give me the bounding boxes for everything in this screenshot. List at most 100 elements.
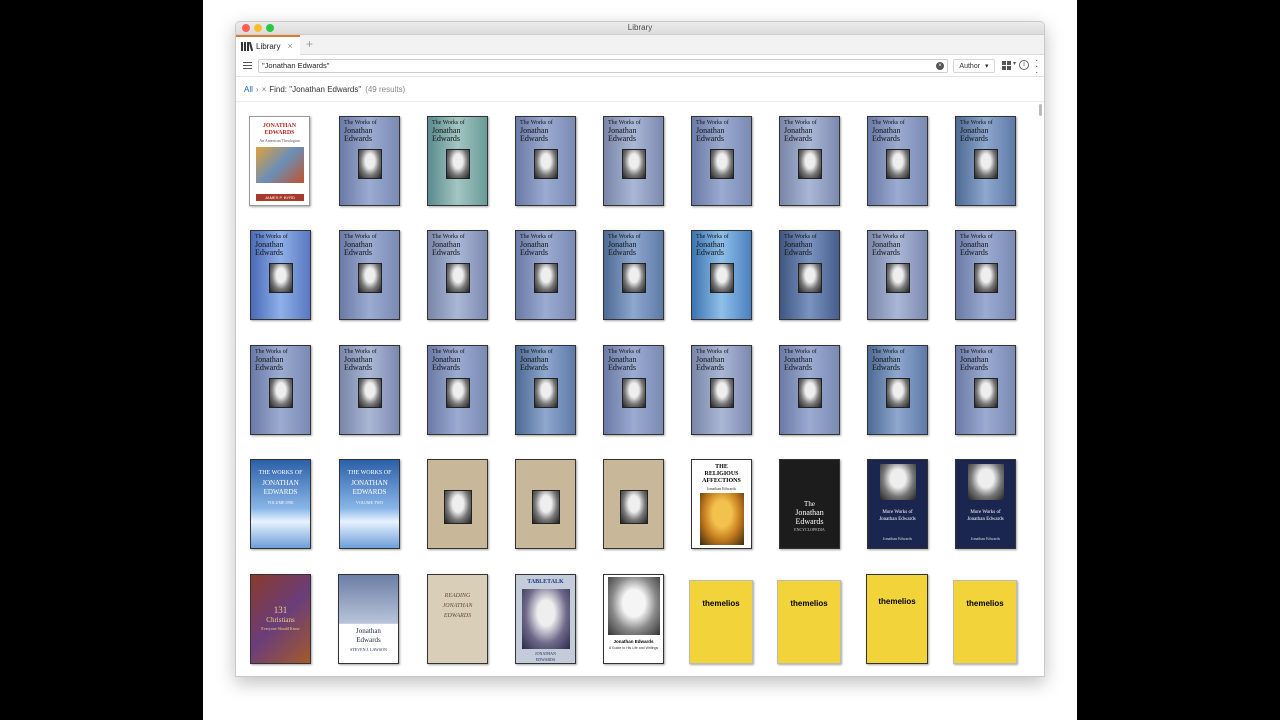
cover-title-line: Edwards bbox=[696, 134, 724, 144]
book-cover[interactable]: The Works of Jonathan Edwards bbox=[427, 230, 488, 320]
cover-title-line: EDWARDS bbox=[352, 488, 387, 496]
portrait-image bbox=[880, 464, 916, 500]
cover-title-line: Edwards bbox=[784, 134, 812, 144]
portrait-image bbox=[886, 149, 910, 179]
portrait-image bbox=[622, 378, 646, 408]
book-cover[interactable]: The Works of Jonathan Edwards bbox=[955, 116, 1016, 206]
portrait-image bbox=[444, 490, 472, 524]
cover-title-line: EDWARDS bbox=[535, 657, 556, 662]
book-cover[interactable]: The Jonathan Edwards ENCYCLOPEDIA bbox=[779, 459, 840, 549]
book-cover[interactable]: TABLETALK JONATHAN EDWARDS bbox=[515, 574, 576, 664]
portrait-image bbox=[534, 263, 558, 293]
portrait-image bbox=[974, 263, 998, 293]
book-cover[interactable]: THE RELIGIOUS AFFECTIONS Jonathan Edward… bbox=[691, 459, 752, 549]
chevron-down-icon: ▾ bbox=[985, 63, 989, 70]
book-cover[interactable]: The Works of Jonathan Edwards bbox=[427, 116, 488, 206]
book-cover[interactable]: The Works of Jonathan Edwards bbox=[955, 230, 1016, 320]
book-cover[interactable]: 131 Christians Everyone Should Know bbox=[250, 574, 311, 664]
book-cover[interactable]: themelios bbox=[953, 580, 1017, 664]
book-cover[interactable]: The Works of Jonathan Edwards bbox=[779, 230, 840, 320]
cover-title-line: Edwards bbox=[255, 248, 283, 258]
book-cover[interactable] bbox=[427, 459, 488, 549]
cover-title-line: Edwards bbox=[872, 248, 900, 258]
book-cover[interactable] bbox=[603, 459, 664, 549]
book-cover[interactable]: The Works of Jonathan Edwards bbox=[603, 230, 664, 320]
grid-view-icon[interactable] bbox=[1002, 61, 1012, 70]
breadcrumb-all-link[interactable]: All bbox=[244, 85, 253, 94]
book-cover[interactable]: The Works of Jonathan Edwards bbox=[779, 116, 840, 206]
cover-volume: VOLUME ONE bbox=[267, 500, 294, 505]
book-cover[interactable]: themelios bbox=[866, 574, 928, 664]
book-cover[interactable]: The Works of Jonathan Edwards bbox=[691, 345, 752, 435]
portrait-image bbox=[974, 149, 998, 179]
window-title: Library bbox=[627, 23, 653, 32]
view-options-caret-icon[interactable]: ▾ bbox=[1013, 60, 1016, 67]
book-cover[interactable]: More Works of Jonathan Edwards Jonathan … bbox=[955, 459, 1016, 549]
book-cover[interactable]: The Works of Jonathan Edwards bbox=[515, 116, 576, 206]
library-icon bbox=[241, 41, 254, 52]
book-cover[interactable]: The Works of Jonathan Edwards bbox=[339, 116, 400, 206]
book-cover[interactable]: The Works of Jonathan Edwards bbox=[603, 345, 664, 435]
book-cover[interactable]: themelios bbox=[689, 580, 753, 664]
portrait-image bbox=[269, 263, 293, 293]
book-cover[interactable]: The Works of Jonathan Edwards bbox=[339, 230, 400, 320]
cover-title-line: Edwards bbox=[960, 134, 988, 144]
cover-title-line: 131 bbox=[273, 605, 288, 615]
book-cover[interactable]: The Works of Jonathan Edwards bbox=[603, 116, 664, 206]
cover-title-line: EDWARDS bbox=[443, 613, 472, 619]
sort-dropdown[interactable]: Author ▾ bbox=[953, 59, 995, 73]
cover-title-line: themelios bbox=[702, 599, 740, 608]
book-cover[interactable]: The Works of Jonathan Edwards bbox=[779, 345, 840, 435]
book-cover[interactable]: The Works of Jonathan Edwards bbox=[250, 230, 311, 320]
book-cover[interactable]: themelios bbox=[777, 580, 841, 664]
book-cover[interactable]: The Works of Jonathan Edwards bbox=[867, 345, 928, 435]
book-cover[interactable]: READING JONATHAN EDWARDS bbox=[427, 574, 488, 664]
book-cover[interactable] bbox=[515, 459, 576, 549]
cover-title-line: Edwards bbox=[608, 134, 636, 144]
portrait-image bbox=[358, 378, 382, 408]
results-grid: JONATHAN EDWARDS An American Theologian … bbox=[236, 104, 1040, 676]
clear-search-icon[interactable]: × bbox=[936, 62, 944, 70]
info-icon[interactable]: i bbox=[1019, 60, 1029, 70]
portrait-image bbox=[446, 149, 470, 179]
library-window: Library Library × + "Jonathan Edwards" ×… bbox=[235, 21, 1045, 677]
portrait-image bbox=[798, 378, 822, 408]
book-cover[interactable]: THE WORKS OF JONATHAN EDWARDS VOLUME TWO bbox=[339, 459, 400, 549]
portrait-image bbox=[700, 493, 744, 545]
search-input[interactable]: "Jonathan Edwards" × bbox=[258, 59, 948, 73]
portrait-image bbox=[968, 464, 1004, 500]
book-cover[interactable]: The Works of Jonathan Edwards bbox=[515, 345, 576, 435]
book-cover[interactable]: JONATHAN EDWARDS An American Theologian … bbox=[249, 116, 310, 206]
book-cover[interactable]: The Works of Jonathan Edwards bbox=[691, 116, 752, 206]
cover-title-line: themelios bbox=[966, 599, 1004, 608]
cover-subtitle: Everyone Should Know bbox=[261, 626, 300, 631]
book-cover[interactable]: The Works of Jonathan Edwards bbox=[691, 230, 752, 320]
book-cover[interactable]: The Works of Jonathan Edwards bbox=[867, 116, 928, 206]
add-tab-button[interactable]: + bbox=[306, 37, 313, 51]
book-cover[interactable]: The Works of Jonathan Edwards bbox=[955, 345, 1016, 435]
cover-title-line: Edwards bbox=[344, 134, 372, 144]
more-options-icon[interactable]: · · · bbox=[1035, 56, 1038, 78]
toolbar: "Jonathan Edwards" × Author ▾ ▾ i · · · bbox=[236, 55, 1044, 78]
tab-library[interactable]: Library × bbox=[236, 35, 300, 55]
tab-close-icon[interactable]: × bbox=[287, 41, 292, 51]
book-cover[interactable]: More Works of Jonathan Edwards Jonathan … bbox=[867, 459, 928, 549]
book-cover[interactable]: The Works of Jonathan Edwards bbox=[867, 230, 928, 320]
cover-title-line: Edwards bbox=[432, 363, 460, 373]
book-cover[interactable]: THE WORKS OF JONATHAN EDWARDS VOLUME ONE bbox=[250, 459, 311, 549]
book-cover[interactable]: Jonathan Edwards A Guide to His Life and… bbox=[603, 574, 664, 664]
portrait-image bbox=[446, 263, 470, 293]
cover-title-line: ENCYCLOPEDIA bbox=[794, 527, 825, 532]
book-cover[interactable]: The Works of Jonathan Edwards bbox=[250, 345, 311, 435]
cover-title-line: JONATHAN bbox=[262, 123, 297, 129]
book-cover[interactable]: Jonathan Edwards STEVEN J. LAWSON bbox=[338, 574, 399, 664]
cover-title-line: Edwards bbox=[960, 248, 988, 258]
menu-icon[interactable] bbox=[243, 62, 252, 71]
remove-filter-icon[interactable]: × bbox=[262, 85, 267, 94]
book-cover[interactable]: The Works of Jonathan Edwards bbox=[515, 230, 576, 320]
cover-title-line: Jonathan Edwards bbox=[967, 517, 1004, 522]
cover-illustration bbox=[256, 147, 304, 183]
book-cover[interactable]: The Works of Jonathan Edwards bbox=[339, 345, 400, 435]
portrait-image bbox=[608, 577, 660, 635]
book-cover[interactable]: The Works of Jonathan Edwards bbox=[427, 345, 488, 435]
